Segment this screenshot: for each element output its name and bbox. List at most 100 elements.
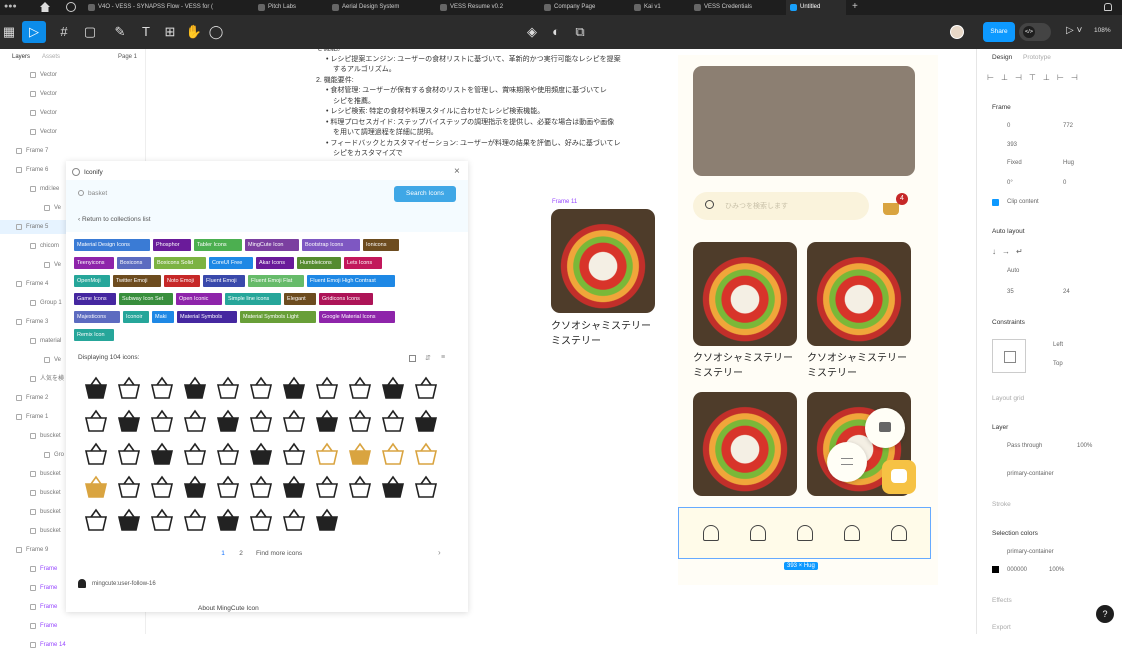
search-icons-button[interactable]: Search Icons	[394, 186, 456, 202]
basket-icon[interactable]	[249, 409, 273, 432]
layer-row[interactable]: Vector	[0, 106, 146, 120]
basket-icon[interactable]	[216, 475, 240, 498]
dev-mode-toggle[interactable]: </>	[1019, 23, 1051, 41]
basket-icon[interactable]	[414, 442, 438, 465]
layer-row[interactable]: Frame 7	[0, 144, 146, 158]
collection-chip[interactable]: Iconoir	[123, 311, 149, 323]
notes-fab[interactable]	[827, 442, 867, 482]
bottom-nav-bar[interactable]	[678, 507, 931, 559]
tab-vess-credentials[interactable]: VESS Credentials	[690, 0, 786, 15]
tab-v4o[interactable]: V4O - VESS - SYNAPSS Flow - VESS for (	[84, 0, 234, 15]
recipe-image[interactable]	[807, 242, 911, 346]
basket-icon[interactable]	[216, 508, 240, 531]
collection-chip[interactable]: Majesticons	[74, 311, 120, 323]
layer-row[interactable]: Vector	[0, 125, 146, 139]
collection-chip[interactable]: Google Material Icons	[319, 311, 395, 323]
collection-chip[interactable]: CoreUI Free	[209, 257, 253, 269]
filter-icon[interactable]: ⇵	[425, 354, 431, 362]
width-mode[interactable]: Fixed	[1007, 160, 1022, 166]
collection-chip[interactable]: Fluent Emoji High Contrast	[307, 275, 395, 287]
tab-pitch-labs[interactable]: Pitch Labs	[254, 0, 320, 15]
basket-icon[interactable]	[315, 508, 339, 531]
layer-row[interactable]: Vector	[0, 87, 146, 101]
basket-icon[interactable]	[150, 475, 174, 498]
basket-icon[interactable]	[150, 376, 174, 399]
basket-icon[interactable]	[348, 475, 372, 498]
help-button[interactable]: ?	[1096, 605, 1114, 623]
layer-row[interactable]: Frame	[0, 619, 146, 633]
search-bar[interactable]: ひみつを検索します	[693, 192, 869, 220]
collection-chip[interactable]: Material Design Icons	[74, 239, 150, 251]
frame-tool-button[interactable]: #	[52, 21, 76, 43]
basket-icon[interactable]	[414, 475, 438, 498]
basket-icon[interactable]	[348, 409, 372, 432]
layer-row[interactable]: Vector	[0, 68, 146, 82]
home-nav-icon[interactable]	[750, 525, 766, 541]
tab-aerial[interactable]: Aerial Design System	[328, 0, 428, 15]
present-button[interactable]: ▷ ˅	[1066, 25, 1082, 36]
padding-value[interactable]: 24	[1063, 289, 1070, 295]
collection-chip[interactable]: Elegant	[284, 293, 316, 305]
radius-value[interactable]: 0	[1063, 180, 1066, 186]
basket-icon[interactable]	[381, 442, 405, 465]
pen-tool-button[interactable]: ✎	[108, 21, 132, 43]
swatch-black[interactable]	[992, 566, 999, 573]
tab-assets[interactable]: Assets	[42, 54, 60, 60]
basket-icon[interactable]	[117, 409, 141, 432]
collection-chip[interactable]: Twitter Emoji	[113, 275, 161, 287]
basket-icon[interactable]	[381, 376, 405, 399]
home-nav-icon[interactable]	[844, 525, 860, 541]
tab-layers[interactable]: Layers	[12, 54, 30, 60]
basket-icon[interactable]	[249, 376, 273, 399]
basket-icon[interactable]	[150, 409, 174, 432]
resources-tool-button[interactable]: ⊞	[158, 21, 182, 43]
basket-icon[interactable]	[315, 409, 339, 432]
page-selector[interactable]: Page 1	[118, 54, 137, 60]
basket-icon[interactable]	[414, 409, 438, 432]
selection-color-2[interactable]: 000000	[1007, 567, 1027, 573]
collection-chip[interactable]: OpenMoji	[74, 275, 110, 287]
basket-icon[interactable]	[282, 442, 306, 465]
basket-icon[interactable]	[315, 442, 339, 465]
basket-icon[interactable]	[183, 409, 207, 432]
selection-color-1[interactable]: primary-container	[1007, 549, 1054, 555]
tab-company-page[interactable]: Company Page	[540, 0, 620, 15]
camera-fab[interactable]	[865, 408, 905, 448]
tab-kai[interactable]: Kai v1	[630, 0, 690, 15]
collection-chip[interactable]: Phosphor	[153, 239, 191, 251]
basket-icon[interactable]	[381, 475, 405, 498]
basket-icon[interactable]	[84, 442, 108, 465]
chat-fab[interactable]	[882, 460, 916, 494]
tab-untitled[interactable]: Untitled	[786, 0, 846, 15]
basket-icon[interactable]	[216, 376, 240, 399]
basket-icon[interactable]	[282, 376, 306, 399]
tab-design[interactable]: Design	[992, 54, 1012, 61]
collection-chip[interactable]: Fluent Emoji Flat	[248, 275, 304, 287]
cart-icon[interactable]	[883, 203, 899, 215]
collection-chip[interactable]: Akar Icons	[256, 257, 294, 269]
collection-chip[interactable]: Noto Emoji	[164, 275, 200, 287]
basket-icon[interactable]	[216, 409, 240, 432]
basket-icon[interactable]	[216, 442, 240, 465]
clip-content-checkbox[interactable]	[992, 199, 999, 206]
close-icon[interactable]: ×	[454, 166, 460, 177]
recipe-image[interactable]	[551, 209, 655, 313]
collection-chip[interactable]: Subway Icon Set	[119, 293, 173, 305]
basket-icon[interactable]	[315, 376, 339, 399]
basket-icon[interactable]	[282, 409, 306, 432]
alignment-icons[interactable]: ⊢⊥⊣⊤⊥⊢⊣	[987, 73, 1085, 82]
basket-icon[interactable]	[150, 508, 174, 531]
basket-icon[interactable]	[249, 475, 273, 498]
basket-icon[interactable]	[117, 508, 141, 531]
constraint-top[interactable]: Top	[1053, 361, 1063, 367]
tab-prototype[interactable]: Prototype	[1023, 54, 1051, 61]
icon-search-input[interactable]: basket	[88, 190, 388, 197]
boolean-icon[interactable]: ⧉	[568, 21, 592, 43]
comment-tool-button[interactable]: ◯	[204, 21, 228, 43]
collection-chip[interactable]: Material Symbols	[177, 311, 237, 323]
selection-color-2-opacity[interactable]: 100%	[1049, 567, 1064, 573]
basket-icon[interactable]	[84, 475, 108, 498]
basket-icon[interactable]	[84, 376, 108, 399]
globe-icon[interactable]	[66, 2, 76, 12]
basket-icon[interactable]	[117, 442, 141, 465]
